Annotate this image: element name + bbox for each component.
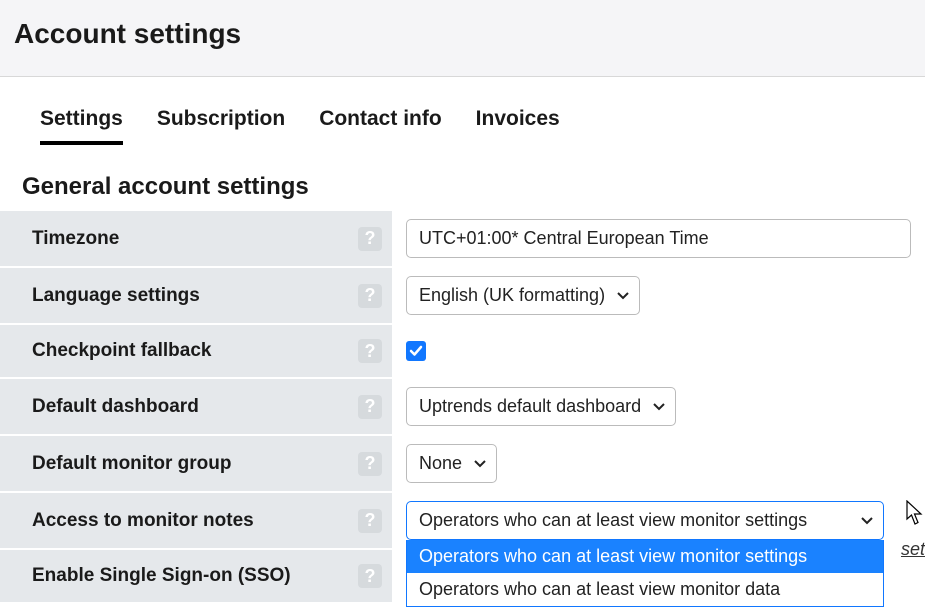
tab-settings[interactable]: Settings — [40, 107, 123, 145]
chevron-down-icon — [474, 460, 486, 468]
help-icon[interactable]: ? — [358, 564, 382, 588]
tabs-nav: Settings Subscription Contact info Invoi… — [0, 77, 925, 145]
label-default-dashboard: Default dashboard ? — [0, 379, 392, 434]
partial-link[interactable]: set — [901, 539, 925, 560]
label-text: Enable Single Sign-on (SSO) — [32, 565, 291, 587]
label-default-monitor-group: Default monitor group ? — [0, 436, 392, 491]
value-language: English (UK formatting) — [392, 268, 925, 323]
page-title: Account settings — [14, 18, 911, 50]
label-monitor-notes: Access to monitor notes ? — [0, 493, 392, 548]
row-default-monitor-group: Default monitor group ? None — [0, 436, 925, 493]
value-default-dashboard: Uptrends default dashboard — [392, 379, 925, 434]
monitor-notes-dropdown: Operators who can at least view monitor … — [406, 540, 884, 607]
language-select[interactable]: English (UK formatting) — [406, 276, 640, 315]
label-sso: Enable Single Sign-on (SSO) ? — [0, 550, 392, 602]
select-value: None — [419, 453, 462, 474]
help-icon[interactable]: ? — [358, 227, 382, 251]
select-value: Operators who can at least view monitor … — [419, 510, 807, 531]
monitor-notes-select[interactable]: Operators who can at least view monitor … — [406, 501, 884, 540]
help-icon[interactable]: ? — [358, 395, 382, 419]
default-monitor-group-select[interactable]: None — [406, 444, 497, 483]
row-default-dashboard: Default dashboard ? Uptrends default das… — [0, 379, 925, 436]
label-text: Timezone — [32, 228, 119, 250]
select-value: Uptrends default dashboard — [419, 396, 641, 417]
label-text: Access to monitor notes — [32, 510, 254, 532]
tab-contact-info[interactable]: Contact info — [319, 107, 441, 145]
timezone-input[interactable] — [406, 219, 911, 258]
mouse-cursor-icon — [906, 500, 924, 526]
chevron-down-icon — [617, 292, 629, 300]
label-text: Language settings — [32, 285, 200, 307]
settings-table: Timezone ? Language settings ? English (… — [0, 211, 925, 604]
tab-invoices[interactable]: Invoices — [476, 107, 560, 145]
chevron-down-icon — [861, 517, 873, 525]
label-language: Language settings ? — [0, 268, 392, 323]
row-monitor-notes: Access to monitor notes ? Operators who … — [0, 493, 925, 550]
value-monitor-notes: Operators who can at least view monitor … — [392, 493, 925, 548]
value-timezone — [392, 211, 925, 266]
help-icon[interactable]: ? — [358, 284, 382, 308]
row-checkpoint-fallback: Checkpoint fallback ? — [0, 325, 925, 379]
label-timezone: Timezone ? — [0, 211, 392, 266]
help-icon[interactable]: ? — [358, 339, 382, 363]
dropdown-option[interactable]: Operators who can at least view monitor … — [407, 573, 883, 606]
section-heading: General account settings — [22, 173, 925, 201]
help-icon[interactable]: ? — [358, 509, 382, 533]
checkpoint-fallback-checkbox[interactable] — [406, 341, 426, 361]
chevron-down-icon — [653, 403, 665, 411]
label-checkpoint-fallback: Checkpoint fallback ? — [0, 325, 392, 377]
page-header: Account settings — [0, 0, 925, 77]
label-text: Default dashboard — [32, 396, 199, 418]
tab-subscription[interactable]: Subscription — [157, 107, 285, 145]
row-language: Language settings ? English (UK formatti… — [0, 268, 925, 325]
help-icon[interactable]: ? — [358, 452, 382, 476]
row-timezone: Timezone ? — [0, 211, 925, 268]
value-default-monitor-group: None — [392, 436, 925, 491]
label-text: Default monitor group — [32, 453, 231, 475]
label-text: Checkpoint fallback — [32, 340, 212, 362]
default-dashboard-select[interactable]: Uptrends default dashboard — [406, 387, 676, 426]
select-value: English (UK formatting) — [419, 285, 605, 306]
value-checkpoint-fallback — [392, 325, 925, 377]
dropdown-option[interactable]: Operators who can at least view monitor … — [407, 540, 883, 573]
